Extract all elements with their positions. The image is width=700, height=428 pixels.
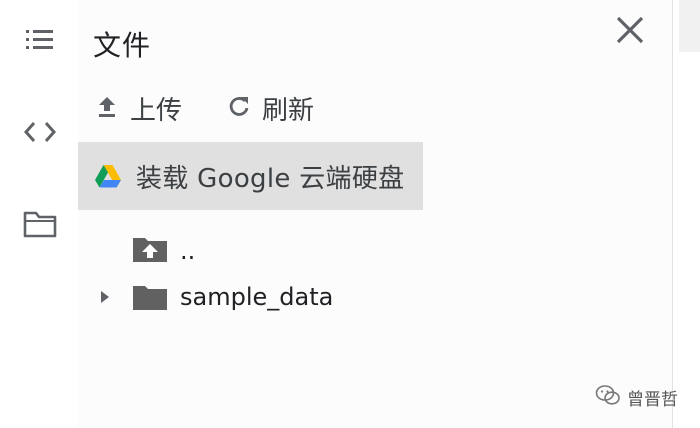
list-icon bbox=[24, 27, 56, 57]
parent-folder-icon bbox=[132, 235, 168, 267]
folder-icon bbox=[132, 283, 168, 311]
parent-directory-row[interactable]: .. bbox=[132, 231, 195, 271]
notebook-edge bbox=[672, 0, 700, 428]
parent-directory-label: .. bbox=[180, 237, 196, 265]
folder-icon bbox=[23, 210, 57, 242]
close-button[interactable] bbox=[610, 12, 650, 52]
list-item[interactable]: sample_data bbox=[96, 277, 333, 317]
panel-title: 文件 bbox=[93, 29, 152, 62]
notebook-edge-highlight bbox=[679, 0, 700, 52]
wechat-icon bbox=[595, 384, 621, 410]
upload-button[interactable]: 上传 bbox=[96, 88, 182, 128]
refresh-button[interactable]: 刷新 bbox=[228, 88, 314, 128]
upload-icon bbox=[96, 94, 118, 122]
google-drive-icon bbox=[94, 164, 122, 189]
mount-drive-button[interactable]: 装载 Google 云端硬盘 bbox=[78, 142, 423, 210]
side-rail bbox=[0, 0, 78, 428]
code-icon bbox=[23, 120, 57, 148]
toc-button[interactable] bbox=[16, 18, 64, 66]
upload-label: 上传 bbox=[130, 95, 183, 126]
refresh-icon bbox=[228, 94, 250, 122]
refresh-label: 刷新 bbox=[262, 95, 315, 126]
mount-drive-label: 装载 Google 云端硬盘 bbox=[136, 163, 405, 194]
watermark: 曾晋哲 bbox=[595, 384, 678, 410]
files-button[interactable] bbox=[16, 202, 64, 250]
watermark-text: 曾晋哲 bbox=[627, 389, 678, 410]
close-icon bbox=[615, 15, 645, 49]
caret-right-icon[interactable] bbox=[96, 290, 114, 304]
code-snippets-button[interactable] bbox=[16, 110, 64, 158]
files-panel: 文件 上传 刷新 装载 Google 云端硬盘 .. sample_data bbox=[78, 0, 672, 428]
folder-name: sample_data bbox=[180, 283, 334, 311]
